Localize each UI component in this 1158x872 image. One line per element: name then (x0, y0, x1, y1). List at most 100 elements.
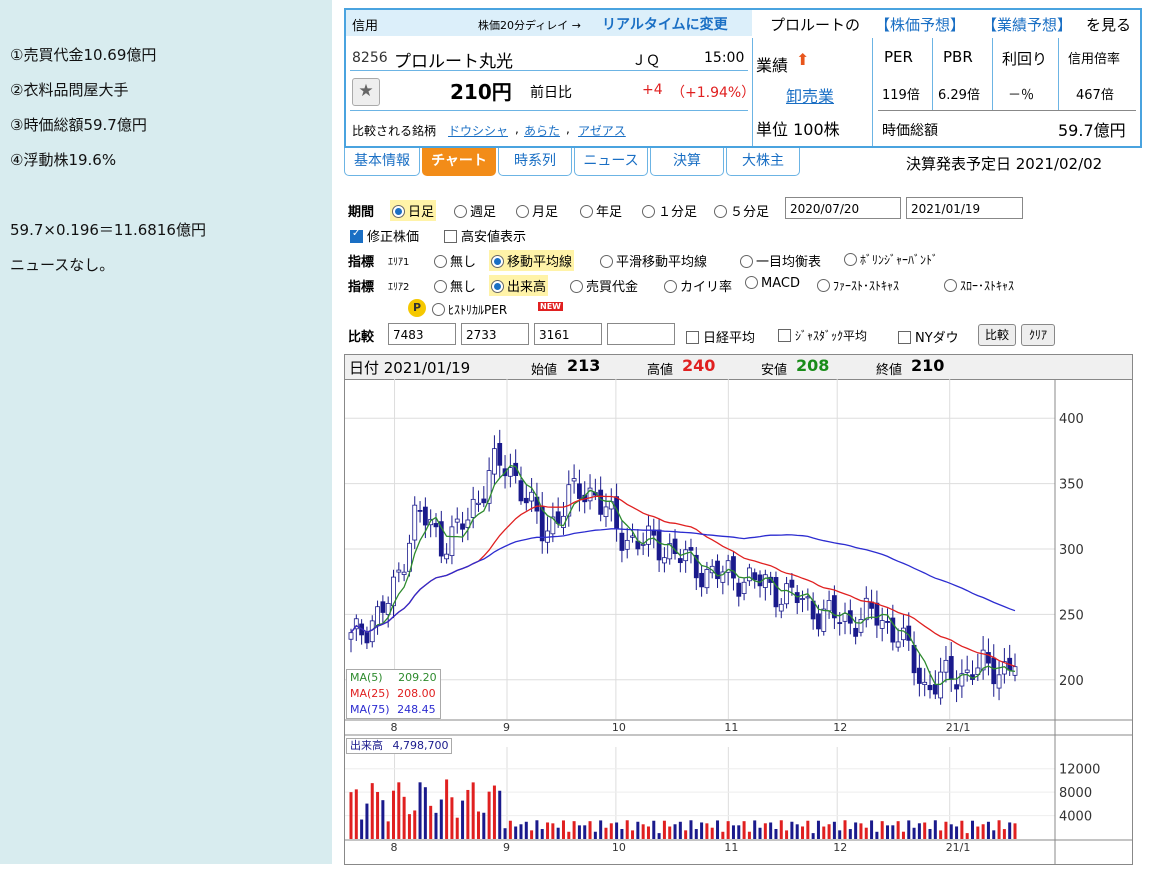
area1-ichimoku[interactable]: 一目均衡表 (740, 251, 821, 270)
candle-body (497, 443, 503, 466)
ma25-label: MA(25) (350, 687, 390, 700)
compare-code-input[interactable]: 7483 (388, 323, 456, 345)
y-tick-label: 200 (1059, 674, 1084, 689)
period-daily[interactable]: 日足 (390, 200, 437, 221)
earnings-forecast-link[interactable]: 【業績予想】 (982, 14, 1072, 35)
area2-none[interactable]: 無し (434, 276, 476, 295)
compare-stock-link[interactable]: ドウシシャ (448, 122, 508, 139)
candle-body (778, 603, 784, 612)
date-from-input[interactable]: 2020/07/20 (785, 197, 901, 219)
volume-bar (912, 827, 916, 839)
volume-bar (455, 817, 459, 839)
jasdaq-checkbox[interactable]: ｼﾞｬｽﾀﾞｯｸ平均 (778, 327, 867, 344)
volume-bar (572, 821, 576, 839)
area2-slow-stoch[interactable]: ｽﾛｰ･ｽﾄｷｬｽ (944, 277, 1014, 294)
opt-label: 出来高 (507, 280, 547, 295)
opt-label: 日経平均 (703, 331, 756, 346)
yield-value: －％ (1008, 88, 1035, 103)
period-5min[interactable]: ５分足 (714, 201, 769, 220)
note-5: 59.7×0.196＝11.6816億円 (10, 221, 206, 239)
radio-icon (642, 205, 655, 218)
area2-macd[interactable]: MACD (745, 276, 800, 291)
compare-code-input[interactable]: 2733 (461, 323, 529, 345)
tab-timeseries[interactable]: 時系列 (498, 148, 572, 176)
candle-body (938, 671, 944, 699)
period-1min-label: １分足 (658, 205, 698, 220)
compare-stock-link[interactable]: あらた (524, 122, 560, 139)
tab-earnings[interactable]: 決算 (650, 148, 724, 176)
market-label: ＪＱ (632, 53, 660, 69)
area2-fast-stoch[interactable]: ﾌｧｰｽﾄ･ｽﾄｷｬｽ (817, 277, 899, 294)
volume-bar (896, 821, 900, 839)
performance-label: 業績 (756, 56, 789, 75)
candle-body (417, 509, 423, 512)
ma25-value: 208.00 (397, 687, 436, 700)
candle-body (911, 644, 917, 674)
clear-button[interactable]: ｸﾘｱ (1021, 324, 1055, 346)
adjusted-price-checkbox[interactable]: 修正株価 (350, 226, 419, 245)
favorite-star-icon[interactable]: ★ (352, 78, 380, 106)
high-low-label: 高安値表示 (461, 230, 527, 245)
period-label: 期間 (348, 205, 375, 220)
price-chart: 200 250 300 350 400 8 8 9 9 10 10 11 11 12 12 21/1 21/1 4… (345, 379, 1132, 865)
volume-bar (965, 833, 969, 839)
candle-body (752, 572, 758, 581)
volume-tick-label: 12000 (1059, 763, 1100, 778)
divider (752, 38, 753, 146)
volume-bar (556, 827, 560, 839)
indicator-label-2: 指標 (348, 280, 375, 295)
margin-ratio-value: 467倍 (1076, 88, 1114, 103)
volume-bar (700, 822, 704, 839)
period-monthly[interactable]: 月足 (516, 201, 558, 220)
area1-bollinger[interactable]: ﾎﾞﾘﾝｼﾞｬｰﾊﾞﾝﾄﾞ (844, 251, 938, 268)
candle-body (757, 574, 763, 587)
volume-bar (662, 820, 666, 839)
area1-moving-average[interactable]: 移動平均線 (489, 250, 575, 271)
area2-deviation[interactable]: カイリ率 (664, 276, 732, 295)
period-weekly[interactable]: 週足 (454, 201, 496, 220)
area1-smoothed-ma[interactable]: 平滑移動平均線 (600, 251, 707, 270)
tab-basic-info[interactable]: 基本情報 (344, 148, 420, 176)
area2-turnover[interactable]: 売買代金 (570, 276, 638, 295)
close-value: 210 (911, 356, 945, 375)
volume-bar (816, 820, 820, 839)
compare-stock-link[interactable]: アゼアス (578, 122, 626, 139)
radio-icon (432, 303, 445, 316)
period-yearly-label: 年足 (596, 205, 623, 220)
ny-dow-checkbox[interactable]: NYダウ (898, 327, 959, 346)
candle-body (656, 529, 662, 561)
candle-body (364, 631, 370, 644)
realtime-link[interactable]: リアルタイムに変更 (602, 14, 728, 34)
volume-bar (960, 820, 964, 839)
tab-chart[interactable]: チャート (422, 148, 496, 176)
tab-major-shareholders[interactable]: 大株主 (726, 148, 800, 176)
historical-per-option[interactable]: ﾋｽﾄﾘｶﾙPER (432, 301, 507, 318)
volume-bar (870, 820, 874, 839)
candle-body (943, 659, 949, 673)
candle-body (555, 511, 561, 524)
compare-code-input[interactable] (607, 323, 675, 345)
candle-body (619, 532, 625, 551)
volume-bar (854, 822, 858, 839)
volume-bar (652, 820, 656, 839)
unit-label: 単位 100株 (756, 120, 840, 139)
period-yearly[interactable]: 年足 (580, 201, 622, 220)
nikkei-checkbox[interactable]: 日経平均 (686, 327, 755, 346)
price-forecast-link[interactable]: 【株価予想】 (875, 14, 965, 35)
radio-icon (570, 280, 583, 293)
date-to-input[interactable]: 2021/01/19 (906, 197, 1023, 219)
area1-none[interactable]: 無し (434, 251, 476, 270)
period-1min[interactable]: １分足 (642, 201, 697, 220)
candle-body (842, 613, 848, 622)
compare-button[interactable]: 比較 (978, 324, 1016, 346)
tab-news[interactable]: ニュース (574, 148, 648, 176)
area2-volume[interactable]: 出来高 (489, 275, 549, 296)
high-low-checkbox[interactable]: 高安値表示 (444, 226, 526, 245)
volume-bar (684, 830, 688, 839)
candle-body (401, 571, 407, 575)
volume-bar (726, 821, 730, 839)
sector-link[interactable]: 卸売業 (786, 83, 834, 107)
volume-bar (641, 824, 645, 839)
compare-code-input[interactable]: 3161 (534, 323, 602, 345)
volume-bar (370, 783, 374, 839)
